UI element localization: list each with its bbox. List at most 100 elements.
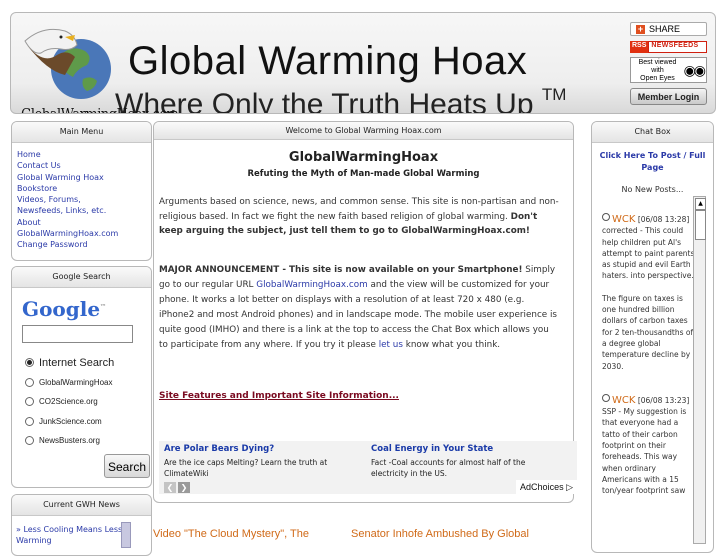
main-menu-panel: Main Menu Home Contact Us Global Warming… [11, 121, 152, 261]
google-search-title: Google Search [12, 267, 151, 288]
search-scope-options: Internet Search GlobalWarmingHoax CO2Sci… [25, 353, 114, 451]
ad-next-icon[interactable]: ❯ [178, 482, 190, 493]
main-content-title: Welcome to Global Warming Hoax.com [154, 122, 573, 140]
share-plus-icon: + [636, 23, 645, 34]
ad-banner: Are Polar Bears Dying? Are the ice caps … [159, 441, 577, 494]
radio-label: NewsBusters.org [39, 436, 100, 446]
radio-dot [25, 416, 34, 426]
member-login-button[interactable]: Member Login [630, 88, 707, 105]
chat-user[interactable]: WCK [602, 213, 636, 225]
chat-post: WCK [06/08 13:28] corrected - This could… [602, 213, 696, 372]
chat-scrollbar[interactable]: ▲ [693, 196, 706, 544]
current-news-panel: Current GWH News » Less Cooling Means Le… [11, 494, 152, 556]
radio-dot [25, 358, 34, 368]
announcement-paragraph: MAJOR ANNOUNCEMENT - This site is now av… [159, 263, 559, 354]
google-search-input[interactable] [22, 325, 133, 343]
menu-item-about[interactable]: About [17, 218, 41, 227]
share-button[interactable]: + SHARE [630, 22, 707, 36]
chat-username: WCK [612, 214, 636, 225]
chat-post-link[interactable]: Click Here To Post / Full Page [592, 150, 713, 174]
announcement-heading: MAJOR ANNOUNCEMENT - This site is now av… [159, 265, 523, 275]
menu-item-newsfeeds-links[interactable]: Newsfeeds, Links, etc. [17, 206, 106, 215]
adchoices-link[interactable]: AdChoices ▷ [516, 480, 577, 494]
main-menu-title: Main Menu [12, 122, 151, 143]
scroll-thumb[interactable] [695, 210, 706, 240]
menu-item-home[interactable]: Home [17, 150, 41, 159]
chat-message: The figure on taxes is one hundred billi… [602, 293, 694, 371]
site-domain: GlobalWarmingHoax.com [21, 105, 179, 114]
share-label: SHARE [649, 24, 681, 34]
scroll-up-icon[interactable]: ▲ [695, 198, 706, 210]
ad-right[interactable]: Coal Energy in Your State Fact -Coal acc… [371, 444, 561, 479]
rss-label: RSS [630, 41, 649, 53]
radio-newsbusters[interactable]: NewsBusters.org [25, 431, 114, 451]
radio-label: CO2Science.org [39, 397, 98, 407]
site-url-link[interactable]: GlobalWarmingHoax.com [256, 280, 367, 290]
radio-label: JunkScience.com [39, 416, 102, 426]
radio-dot [25, 436, 34, 446]
announcement-text-3: know what you think. [402, 340, 501, 351]
site-header: Global Warming Hoax Where Only the Truth… [10, 12, 716, 114]
news-scrollbar[interactable] [121, 522, 131, 548]
site-features-link[interactable]: Site Features and Important Site Informa… [159, 391, 399, 401]
ad-left[interactable]: Are Polar Bears Dying? Are the ice caps … [164, 444, 354, 479]
intro-paragraph: Arguments based on science, news, and co… [159, 195, 559, 239]
current-news-title: Current GWH News [12, 495, 151, 516]
site-tagline: Where Only the Truth Heats Up TM [115, 85, 567, 113]
main-menu-list: Home Contact Us Global Warming Hoax Book… [17, 149, 151, 251]
open-eyes-badge: Best viewed with Open Eyes ◉◉ [630, 57, 707, 83]
ad-prev-icon[interactable]: ❮ [164, 482, 176, 493]
ad-left-body: Are the ice caps Melting? Learn the trut… [164, 458, 328, 478]
ad-right-body: Fact -Coal accounts for almost half of t… [371, 458, 526, 478]
menu-item-site-name[interactable]: GlobalWarmingHoax.com [17, 229, 118, 238]
with-text: with [651, 67, 664, 74]
radio-co2science[interactable]: CO2Science.org [25, 392, 114, 412]
site-name-heading: GlobalWarmingHoax [288, 150, 439, 165]
radio-dot [25, 397, 34, 407]
inhofe-link[interactable]: Senator Inhofe Ambushed By Global [351, 528, 529, 540]
best-viewed-text: Best viewed [638, 59, 677, 66]
site-subtitle: Refuting the Myth of Man-made Global War… [247, 169, 480, 179]
intro-text: Arguments based on science, news, and co… [159, 197, 559, 222]
menu-item-global-warming-hoax[interactable]: Global Warming Hoax [17, 173, 104, 182]
rss-newsfeeds-button[interactable]: RSS NEWSFEEDS [630, 41, 707, 53]
menu-item-bookstore[interactable]: Bookstore [17, 184, 57, 193]
radio-label: GlobalWarmingHoax [39, 377, 113, 387]
google-search-panel: Google Search Google™ Internet Search Gl… [11, 266, 152, 488]
menu-item-videos-forums[interactable]: Videos, Forums, [17, 195, 81, 204]
chat-date: [06/08 13:28] [637, 215, 690, 224]
user-status-icon [602, 213, 610, 221]
open-eyes-text: Open Eyes [640, 75, 675, 82]
site-title: Global Warming Hoax [128, 39, 528, 83]
chat-message: corrected - This could help children put… [602, 226, 695, 281]
trademark-mark: TM [541, 85, 567, 104]
search-button[interactable]: Search [104, 454, 150, 478]
user-status-icon [602, 393, 610, 402]
ad-nav: ❮ ❯ [164, 482, 190, 493]
chat-date: [06/08 13:23] [637, 395, 690, 405]
chat-post: WCK [06/08 13:23] SSP - My suggestion is… [602, 393, 696, 497]
ad-right-headline[interactable]: Coal Energy in Your State [371, 444, 561, 454]
newsfeeds-label: NEWSFEEDS [648, 41, 707, 53]
eyes-icon: ◉◉ [683, 62, 706, 78]
chat-user[interactable]: WCK [602, 393, 636, 406]
chat-message: SSP - My suggestion is that everyone had… [602, 407, 687, 496]
chat-username: WCK [612, 394, 636, 406]
chat-box-panel: Chat Box Click Here To Post / Full Page … [591, 121, 714, 553]
radio-globalwarminghoax[interactable]: GlobalWarmingHoax [25, 373, 114, 393]
ad-left-headline[interactable]: Are Polar Bears Dying? [164, 444, 354, 454]
radio-dot [25, 377, 34, 387]
google-logo-text: Google [22, 297, 101, 321]
radio-label: Internet Search [39, 356, 115, 369]
let-us-link[interactable]: let us [379, 340, 403, 350]
menu-item-contact-us[interactable]: Contact Us [17, 161, 61, 170]
radio-internet-search[interactable]: Internet Search [25, 353, 114, 373]
cloud-mystery-link[interactable]: Video "The Cloud Mystery", The [153, 528, 309, 540]
chat-no-new-posts: No New Posts... [621, 185, 684, 194]
google-tm: ™ [100, 303, 107, 311]
radio-junkscience[interactable]: JunkScience.com [25, 412, 114, 432]
menu-item-change-password[interactable]: Change Password [17, 240, 88, 249]
chat-feed: WCK [06/08 13:28] corrected - This could… [602, 213, 696, 497]
google-logo: Google™ [22, 297, 106, 321]
eagle-globe-logo [24, 28, 111, 99]
